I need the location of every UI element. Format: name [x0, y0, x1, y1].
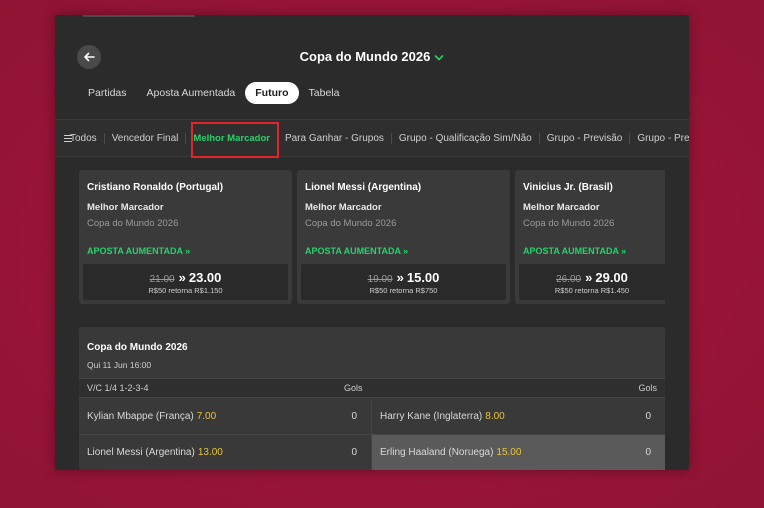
new-odds: 15.00: [406, 270, 440, 285]
new-odds: 29.00: [595, 270, 628, 285]
tab-futuro[interactable]: Futuro: [245, 82, 299, 104]
boost-card[interactable]: Cristiano Ronaldo (Portugal) Melhor Marc…: [79, 170, 292, 304]
card-player-name: Vinicius Jr. (Brasil): [523, 182, 613, 193]
odds-button[interactable]: 26.00» 29.00 R$50 retorna R$1.450: [519, 264, 665, 300]
player-odds: Kylian Mbappe (França) 7.00: [87, 411, 216, 422]
top-indicator: [83, 15, 195, 17]
boost-card[interactable]: Vinicius Jr. (Brasil) Melhor Marcador Co…: [515, 170, 665, 304]
odds-button[interactable]: 19.00» 15.00 R$50 retorna R$750: [301, 264, 506, 300]
player-name: Erling Haaland (Noruega): [380, 447, 494, 458]
page-title[interactable]: Copa do Mundo 2026: [55, 49, 689, 65]
selection-cell[interactable]: Kylian Mbappe (França) 7.00 0: [79, 399, 371, 434]
subnav-para-ganhar-grupos[interactable]: Para Ganhar - Grupos: [276, 132, 391, 144]
market-header: V/C 1/4 1-2-3-4 Gols Gols: [79, 378, 665, 398]
card-competition: Copa do Mundo 2026: [523, 218, 615, 229]
boost-arrows-icon: »: [396, 270, 404, 285]
tab-partidas[interactable]: Partidas: [77, 82, 137, 104]
boost-card[interactable]: Lionel Messi (Argentina) Melhor Marcador…: [297, 170, 510, 304]
card-competition: Copa do Mundo 2026: [305, 218, 397, 229]
selection-cell[interactable]: Lionel Messi (Argentina) 13.00 0: [79, 435, 371, 470]
card-market: Melhor Marcador: [87, 202, 164, 213]
old-odds: 21.00: [149, 274, 175, 285]
gols-value: 0: [645, 447, 651, 458]
card-boost-label: APOSTA AUMENTADA »: [87, 246, 191, 256]
card-boost-label: APOSTA AUMENTADA »: [305, 246, 409, 256]
market-type-label: V/C 1/4 1-2-3-4: [87, 383, 149, 393]
subnav-vencedor-final[interactable]: Vencedor Final: [103, 132, 186, 144]
player-price: 15.00: [496, 447, 522, 458]
subnav-todos[interactable]: Todos: [68, 133, 104, 144]
player-price: 13.00: [197, 447, 223, 458]
boost-arrows-icon: »: [178, 270, 186, 285]
market-subnav: Todos Vencedor Final Melhor Marcador Par…: [55, 119, 689, 157]
market-date: Qui 11 Jun 16:00: [87, 360, 152, 370]
player-price: 7.00: [196, 411, 217, 422]
selection-cell[interactable]: Harry Kane (Inglaterra) 8.00 0: [372, 399, 665, 434]
returns-text: R$50 retorna R$1.450: [554, 286, 630, 295]
gols-value: 0: [351, 411, 357, 422]
betting-app-window: Copa do Mundo 2026 Partidas Aposta Aumen…: [55, 15, 689, 470]
card-market: Melhor Marcador: [523, 202, 600, 213]
market-title: Copa do Mundo 2026: [87, 342, 188, 353]
boost-arrows-icon: »: [585, 270, 593, 285]
gols-value: 0: [645, 411, 651, 422]
old-odds: 19.00: [367, 274, 393, 285]
card-boost-label: APOSTA AUMENTADA »: [523, 246, 627, 256]
card-market: Melhor Marcador: [305, 202, 382, 213]
player-price: 8.00: [485, 411, 505, 422]
gols-value: 0: [351, 447, 357, 458]
player-name: Harry Kane (Inglaterra): [380, 411, 483, 422]
odds-button[interactable]: 21.00» 23.00 R$50 retorna R$1.150: [83, 264, 288, 300]
chevron-down-icon: [434, 50, 444, 65]
tab-aposta-aumentada[interactable]: Aposta Aumentada: [137, 82, 246, 104]
player-name: Kylian Mbappe (França): [87, 411, 194, 422]
gols-header: Gols: [638, 383, 657, 393]
subnav-grupo-previsao-2[interactable]: Grupo - Previsão: [629, 132, 689, 144]
player-name: Lionel Messi (Argentina): [87, 447, 195, 458]
competition-title: Copa do Mundo 2026: [299, 49, 431, 64]
subnav-melhor-marcador[interactable]: Melhor Marcador: [185, 132, 277, 144]
card-player-name: Cristiano Ronaldo (Portugal): [87, 182, 224, 193]
old-odds: 26.00: [556, 274, 582, 285]
card-player-name: Lionel Messi (Argentina): [305, 182, 422, 193]
subnav-grupo-qualificacao[interactable]: Grupo - Qualificação Sim/Não: [390, 132, 539, 144]
subnav-grupo-previsao[interactable]: Grupo - Previsão: [538, 132, 630, 144]
returns-text: R$50 retorna R$750: [369, 286, 438, 295]
row-divider: [79, 434, 665, 435]
selection-cell-selected[interactable]: Erling Haaland (Noruega) 15.00 0: [372, 435, 665, 470]
tab-tabela[interactable]: Tabela: [299, 82, 350, 104]
gols-header: Gols: [344, 383, 363, 393]
player-odds: Lionel Messi (Argentina) 13.00: [87, 447, 223, 458]
returns-text: R$50 retorna R$1.150: [148, 286, 223, 295]
main-tabs: Partidas Aposta Aumentada Futuro Tabela: [77, 81, 349, 105]
card-competition: Copa do Mundo 2026: [87, 218, 179, 229]
player-odds: Erling Haaland (Noruega) 15.00: [380, 447, 521, 458]
market-table: Copa do Mundo 2026 Qui 11 Jun 16:00 V/C …: [79, 327, 665, 470]
player-odds: Harry Kane (Inglaterra) 8.00: [380, 411, 505, 422]
new-odds: 23.00: [188, 270, 222, 285]
